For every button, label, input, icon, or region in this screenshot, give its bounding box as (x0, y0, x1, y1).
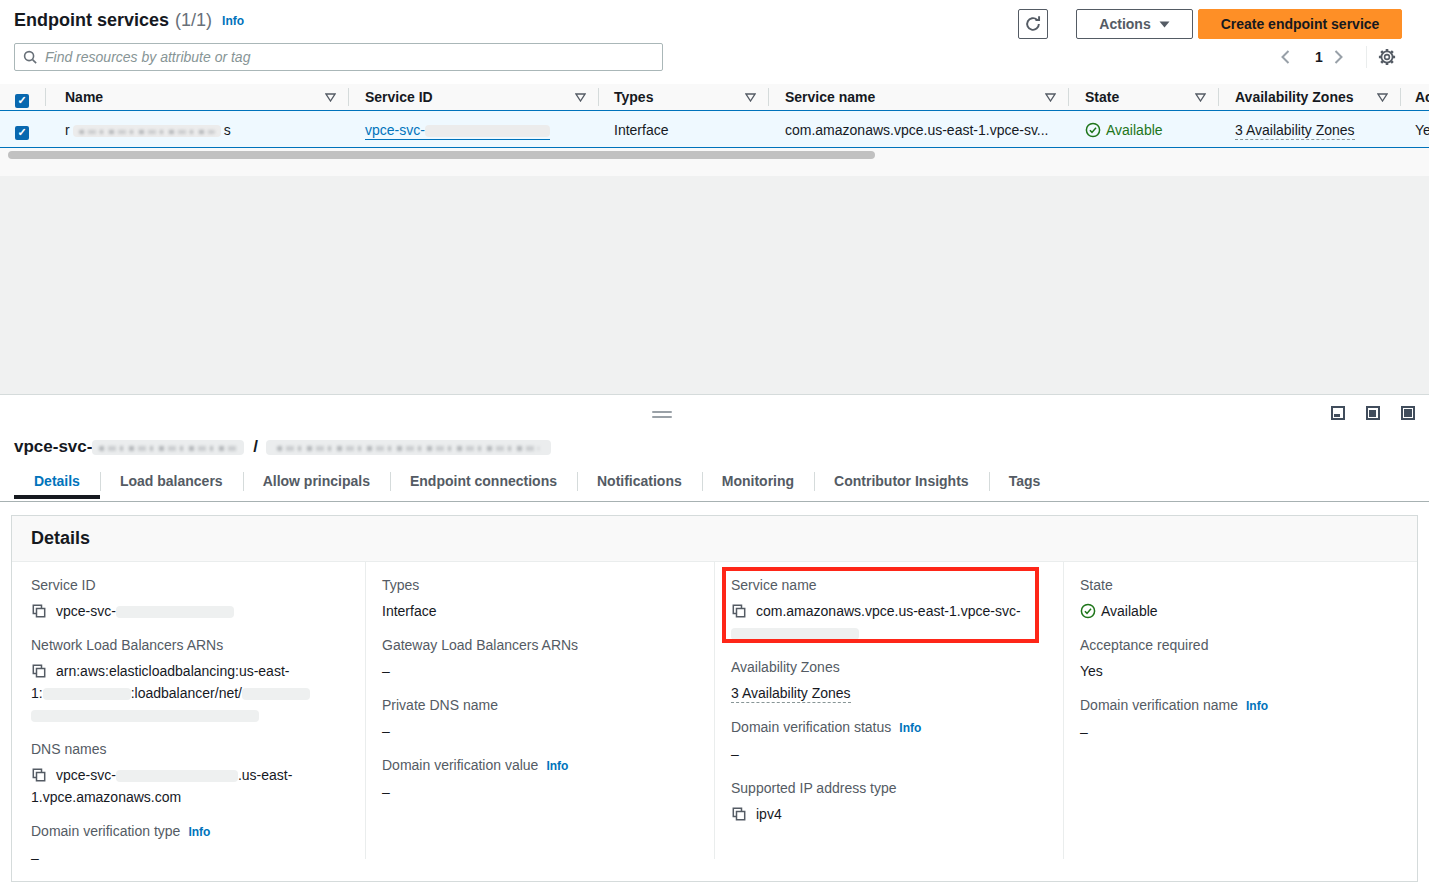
info-link[interactable]: Info (899, 721, 921, 735)
pagination-next-button[interactable] (1334, 46, 1343, 68)
status-available-icon (1080, 603, 1096, 619)
info-link[interactable]: Info (1246, 699, 1268, 713)
details-heading: Details (31, 528, 90, 548)
field-service-id: Service ID vpce-svc- (31, 577, 349, 622)
actions-button-label: Actions (1099, 16, 1150, 32)
column-header-service-id[interactable]: Service ID (365, 89, 433, 105)
info-link[interactable]: Info (222, 14, 244, 28)
copy-icon[interactable] (31, 767, 47, 783)
details-column-1: Service ID vpce-svc- Network Load Balanc… (12, 562, 365, 859)
horizontal-scrollbar (0, 148, 1429, 176)
table-row[interactable]: ✓ rs vpce-svc- Interface com.amazonaws.v… (0, 110, 1429, 148)
column-header-types[interactable]: Types (614, 89, 653, 105)
resource-count: (1/1) (175, 10, 212, 31)
field-acceptance-required: Acceptance required Yes (1080, 637, 1400, 682)
create-endpoint-service-button[interactable]: Create endpoint service (1198, 9, 1402, 39)
state-value: Available (1080, 600, 1400, 622)
row-service-id-link[interactable]: vpce-svc- (365, 122, 550, 138)
row-service-name: com.amazonaws.vpce.us-east-1.vpce-sv... (785, 122, 1049, 138)
filter-icon-service-name[interactable] (1045, 93, 1056, 102)
content-background (0, 176, 1429, 394)
field-domain-verification-value: Domain verification valueInfo – (382, 757, 698, 803)
page-header: Endpoint services (1/1) Info (14, 10, 244, 31)
search-input[interactable]: Find resources by attribute or tag (14, 43, 663, 71)
field-dns-names: DNS names vpce-svc-.us-east-1.vpce.amazo… (31, 741, 349, 808)
row-checkbox[interactable]: ✓ (15, 122, 29, 140)
refresh-button[interactable] (1018, 9, 1048, 39)
table-header: ✓ Name Service ID Types Service name Sta… (0, 84, 1429, 110)
tab-load-balancers[interactable]: Load balancers (100, 467, 243, 496)
details-column-4: State Available Acceptance required Yes (1063, 562, 1416, 859)
details-card: Details Service ID vpce-svc- Network Loa… (11, 515, 1418, 882)
row-acceptance-required: Yes (1415, 122, 1429, 138)
info-link[interactable]: Info (546, 759, 568, 773)
pagination-prev-button[interactable] (1281, 46, 1290, 68)
settings-gear-icon[interactable] (1377, 47, 1397, 67)
field-domain-verification-status: Domain verification statusInfo – (731, 719, 1047, 765)
copy-icon[interactable] (31, 603, 47, 619)
tab-tags[interactable]: Tags (989, 467, 1061, 496)
tab-allow-principals[interactable]: Allow principals (243, 467, 390, 496)
field-state: State Available (1080, 577, 1400, 622)
field-gwlb-arns: Gateway Load Balancers ARNs – (382, 637, 698, 682)
caret-down-icon (1159, 21, 1170, 28)
actions-button[interactable]: Actions (1076, 9, 1193, 39)
availability-zones-link[interactable]: 3 Availability Zones (731, 685, 851, 703)
horizontal-scrollbar-thumb[interactable] (8, 151, 875, 159)
panel-size-controls (1331, 406, 1415, 420)
filter-icon-service-id[interactable] (575, 93, 586, 102)
row-name: rs (65, 122, 231, 138)
split-panel: vpce-svc- / Details Load balancers Allow… (0, 394, 1429, 886)
tab-contributor-insights[interactable]: Contributor Insights (814, 467, 989, 496)
search-placeholder: Find resources by attribute or tag (45, 49, 250, 65)
column-header-availability-zones[interactable]: Availability Zones (1235, 89, 1354, 105)
column-header-service-name[interactable]: Service name (785, 89, 875, 105)
panel-size-large-icon[interactable] (1401, 406, 1415, 420)
panel-size-small-icon[interactable] (1331, 406, 1345, 420)
search-icon (23, 50, 38, 65)
row-state: Available (1085, 122, 1163, 138)
filter-icon-state[interactable] (1195, 93, 1206, 102)
panel-title: vpce-svc- / (14, 437, 551, 457)
tab-endpoint-connections[interactable]: Endpoint connections (390, 467, 577, 496)
row-types: Interface (614, 122, 668, 138)
create-button-label: Create endpoint service (1221, 16, 1380, 32)
refresh-icon (1024, 15, 1042, 33)
filter-icon-types[interactable] (745, 93, 756, 102)
details-column-2: Types Interface Gateway Load Balancers A… (365, 562, 714, 859)
column-header-name[interactable]: Name (65, 89, 103, 105)
copy-icon[interactable] (731, 806, 747, 822)
annotation-highlight-box (722, 567, 1039, 643)
column-header-state[interactable]: State (1085, 89, 1119, 105)
field-domain-verification-type: Domain verification typeInfo – (31, 823, 349, 869)
column-header-acceptance-required[interactable]: Acceptance required (1415, 89, 1429, 105)
tab-monitoring[interactable]: Monitoring (702, 467, 814, 496)
panel-tabs: Details Load balancers Allow principals … (14, 467, 1060, 496)
page: Endpoint services (1/1) Info Actions Cre… (0, 0, 1429, 886)
panel-drag-handle[interactable] (652, 411, 672, 421)
filter-icon-availability-zones[interactable] (1377, 93, 1388, 102)
tab-notifications[interactable]: Notifications (577, 467, 702, 496)
status-available-icon (1085, 122, 1101, 138)
row-availability-zones-link[interactable]: 3 Availability Zones (1235, 122, 1355, 138)
copy-icon[interactable] (31, 663, 47, 679)
pagination-divider (1366, 46, 1367, 68)
field-supported-ip: Supported IP address type ipv4 (731, 780, 1047, 825)
pagination-page-number[interactable]: 1 (1308, 46, 1330, 68)
field-types: Types Interface (382, 577, 698, 622)
field-domain-verification-name: Domain verification nameInfo – (1080, 697, 1400, 743)
tab-details[interactable]: Details (14, 467, 100, 496)
field-nlb-arns: Network Load Balancers ARNs arn:aws:elas… (31, 637, 349, 726)
page-title: Endpoint services (14, 10, 169, 31)
field-availability-zones: Availability Zones 3 Availability Zones (731, 659, 1047, 704)
filter-icon-name[interactable] (325, 93, 336, 102)
info-link[interactable]: Info (188, 825, 210, 839)
field-private-dns-name: Private DNS name – (382, 697, 698, 742)
panel-size-medium-icon[interactable] (1366, 406, 1380, 420)
details-card-header: Details (12, 516, 1417, 562)
select-all-checkbox[interactable]: ✓ (15, 90, 29, 108)
